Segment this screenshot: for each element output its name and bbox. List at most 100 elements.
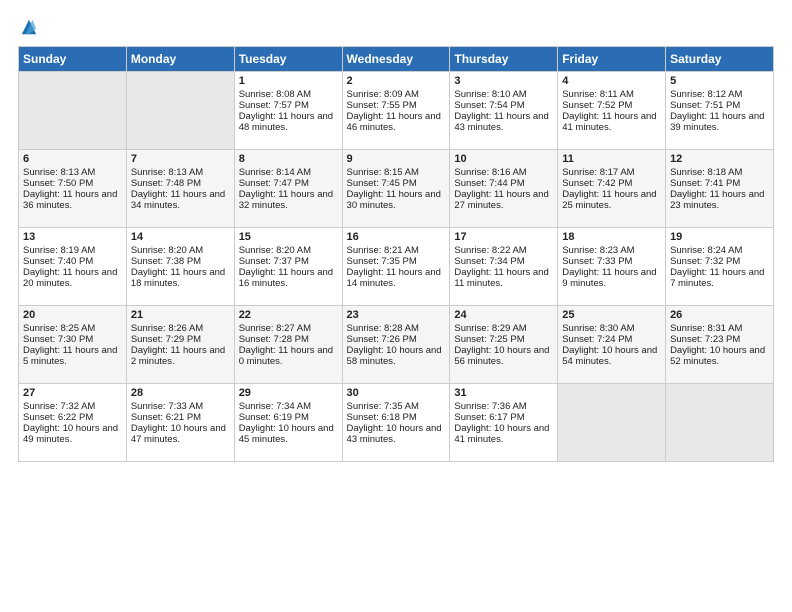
day-info-line: Daylight: 11 hours and 9 minutes. — [562, 267, 661, 289]
day-info-line: Daylight: 11 hours and 18 minutes. — [131, 267, 230, 289]
day-info-line: Sunset: 7:38 PM — [131, 256, 230, 267]
day-number: 30 — [347, 387, 446, 399]
day-info-line: Sunrise: 8:31 AM — [670, 323, 769, 334]
calendar-cell: 2Sunrise: 8:09 AMSunset: 7:55 PMDaylight… — [342, 72, 450, 150]
day-header-wednesday: Wednesday — [342, 47, 450, 72]
day-info-line: Sunrise: 8:10 AM — [454, 89, 553, 100]
day-info-line: Sunset: 6:17 PM — [454, 412, 553, 423]
calendar-cell: 12Sunrise: 8:18 AMSunset: 7:41 PMDayligh… — [666, 150, 774, 228]
day-info-line: Sunrise: 8:19 AM — [23, 245, 122, 256]
calendar-cell: 27Sunrise: 7:32 AMSunset: 6:22 PMDayligh… — [19, 384, 127, 462]
day-number: 7 — [131, 153, 230, 165]
day-info-line: Sunrise: 8:09 AM — [347, 89, 446, 100]
calendar-cell: 20Sunrise: 8:25 AMSunset: 7:30 PMDayligh… — [19, 306, 127, 384]
day-info-line: Daylight: 10 hours and 43 minutes. — [347, 423, 446, 445]
day-number: 13 — [23, 231, 122, 243]
day-info-line: Sunset: 7:26 PM — [347, 334, 446, 345]
day-info-line: Sunset: 6:19 PM — [239, 412, 338, 423]
day-info-line: Sunrise: 8:21 AM — [347, 245, 446, 256]
day-number: 23 — [347, 309, 446, 321]
day-header-sunday: Sunday — [19, 47, 127, 72]
calendar-week-row: 1Sunrise: 8:08 AMSunset: 7:57 PMDaylight… — [19, 72, 774, 150]
day-number: 1 — [239, 75, 338, 87]
calendar-cell: 3Sunrise: 8:10 AMSunset: 7:54 PMDaylight… — [450, 72, 558, 150]
day-info-line: Sunrise: 8:11 AM — [562, 89, 661, 100]
day-info-line: Sunset: 7:45 PM — [347, 178, 446, 189]
day-info-line: Sunrise: 8:29 AM — [454, 323, 553, 334]
day-number: 4 — [562, 75, 661, 87]
day-number: 17 — [454, 231, 553, 243]
day-info-line: Sunrise: 8:26 AM — [131, 323, 230, 334]
calendar-cell: 28Sunrise: 7:33 AMSunset: 6:21 PMDayligh… — [126, 384, 234, 462]
day-number: 8 — [239, 153, 338, 165]
day-info-line: Sunset: 7:48 PM — [131, 178, 230, 189]
calendar-cell: 9Sunrise: 8:15 AMSunset: 7:45 PMDaylight… — [342, 150, 450, 228]
calendar-cell: 17Sunrise: 8:22 AMSunset: 7:34 PMDayligh… — [450, 228, 558, 306]
day-number: 9 — [347, 153, 446, 165]
day-info-line: Sunrise: 7:34 AM — [239, 401, 338, 412]
calendar-cell: 16 Sunrise: 8:21 AMSunset: 7:35 PMDayligh… — [342, 228, 450, 306]
calendar-cell — [19, 72, 127, 150]
day-info-line: Sunrise: 8:12 AM — [670, 89, 769, 100]
day-info-line: Daylight: 11 hours and 16 minutes. — [239, 267, 338, 289]
day-header-tuesday: Tuesday — [234, 47, 342, 72]
day-number: 10 — [454, 153, 553, 165]
calendar-cell: 1Sunrise: 8:08 AMSunset: 7:57 PMDaylight… — [234, 72, 342, 150]
calendar-cell: 29Sunrise: 7:34 AMSunset: 6:19 PMDayligh… — [234, 384, 342, 462]
day-number: 12 — [670, 153, 769, 165]
day-number: 15 — [239, 231, 338, 243]
day-info-line: Sunrise: 8:30 AM — [562, 323, 661, 334]
day-info-line: Sunrise: 8:25 AM — [23, 323, 122, 334]
day-number: 18 — [562, 231, 661, 243]
day-info-line: Daylight: 11 hours and 20 minutes. — [23, 267, 122, 289]
day-info-line: Sunrise: 8:16 AM — [454, 167, 553, 178]
day-info-line: Sunset: 7:32 PM — [670, 256, 769, 267]
day-info-line: Daylight: 11 hours and 41 minutes. — [562, 111, 661, 133]
day-info-line: Sunrise: 8:23 AM — [562, 245, 661, 256]
day-info-line: Daylight: 11 hours and 11 minutes. — [454, 267, 553, 289]
calendar-cell: 4 Sunrise: 8:11 AMSunset: 7:52 PMDaylight… — [558, 72, 666, 150]
day-number: 21 — [131, 309, 230, 321]
calendar-cell: 8Sunrise: 8:14 AMSunset: 7:47 PMDaylight… — [234, 150, 342, 228]
day-info-line: Daylight: 11 hours and 2 minutes. — [131, 345, 230, 367]
day-info-line: Sunrise: 8:13 AM — [131, 167, 230, 178]
day-header-friday: Friday — [558, 47, 666, 72]
day-number: 14 — [131, 231, 230, 243]
day-info-line: Sunset: 7:52 PM — [562, 100, 661, 111]
calendar-cell: 31Sunrise: 7:36 AMSunset: 6:17 PMDayligh… — [450, 384, 558, 462]
day-info-line: Daylight: 11 hours and 23 minutes. — [670, 189, 769, 211]
day-info-line: Daylight: 10 hours and 49 minutes. — [23, 423, 122, 445]
day-info-line: Sunset: 7:44 PM — [454, 178, 553, 189]
calendar-cell: 11Sunrise: 8:17 AMSunset: 7:42 PMDayligh… — [558, 150, 666, 228]
day-info-line: Sunrise: 8:17 AM — [562, 167, 661, 178]
day-info-line: Sunset: 6:22 PM — [23, 412, 122, 423]
calendar-cell: 21Sunrise: 8:26 AMSunset: 7:29 PMDayligh… — [126, 306, 234, 384]
calendar-cell: 26Sunrise: 8:31 AMSunset: 7:23 PMDayligh… — [666, 306, 774, 384]
day-number: 6 — [23, 153, 122, 165]
calendar-week-row: 27Sunrise: 7:32 AMSunset: 6:22 PMDayligh… — [19, 384, 774, 462]
day-info-line: Daylight: 10 hours and 41 minutes. — [454, 423, 553, 445]
calendar-cell: 13Sunrise: 8:19 AMSunset: 7:40 PMDayligh… — [19, 228, 127, 306]
calendar-week-row: 20Sunrise: 8:25 AMSunset: 7:30 PMDayligh… — [19, 306, 774, 384]
calendar-cell: 23Sunrise: 8:28 AMSunset: 7:26 PMDayligh… — [342, 306, 450, 384]
day-info-line: Sunrise: 8:14 AM — [239, 167, 338, 178]
day-info-line: Daylight: 11 hours and 32 minutes. — [239, 189, 338, 211]
day-info-line: Sunset: 7:25 PM — [454, 334, 553, 345]
day-info-line: Sunrise: 8:13 AM — [23, 167, 122, 178]
day-info-line: Sunset: 7:35 PM — [347, 256, 446, 267]
day-info-line: Daylight: 11 hours and 34 minutes. — [131, 189, 230, 211]
calendar-week-row: 6Sunrise: 8:13 AMSunset: 7:50 PMDaylight… — [19, 150, 774, 228]
page: SundayMondayTuesdayWednesdayThursdayFrid… — [0, 0, 792, 612]
day-info-line: Sunset: 7:33 PM — [562, 256, 661, 267]
day-header-monday: Monday — [126, 47, 234, 72]
day-info-line: Daylight: 11 hours and 25 minutes. — [562, 189, 661, 211]
day-info-line: Sunset: 7:54 PM — [454, 100, 553, 111]
day-info-line: Daylight: 11 hours and 14 minutes. — [347, 267, 446, 289]
day-number: 16 — [347, 231, 446, 243]
calendar-cell — [126, 72, 234, 150]
day-info-line: Daylight: 11 hours and 0 minutes. — [239, 345, 338, 367]
day-number: 31 — [454, 387, 553, 399]
day-info-line: Sunrise: 8:22 AM — [454, 245, 553, 256]
day-info-line: Sunrise: 8:24 AM — [670, 245, 769, 256]
day-info-line: Sunrise: 8:15 AM — [347, 167, 446, 178]
